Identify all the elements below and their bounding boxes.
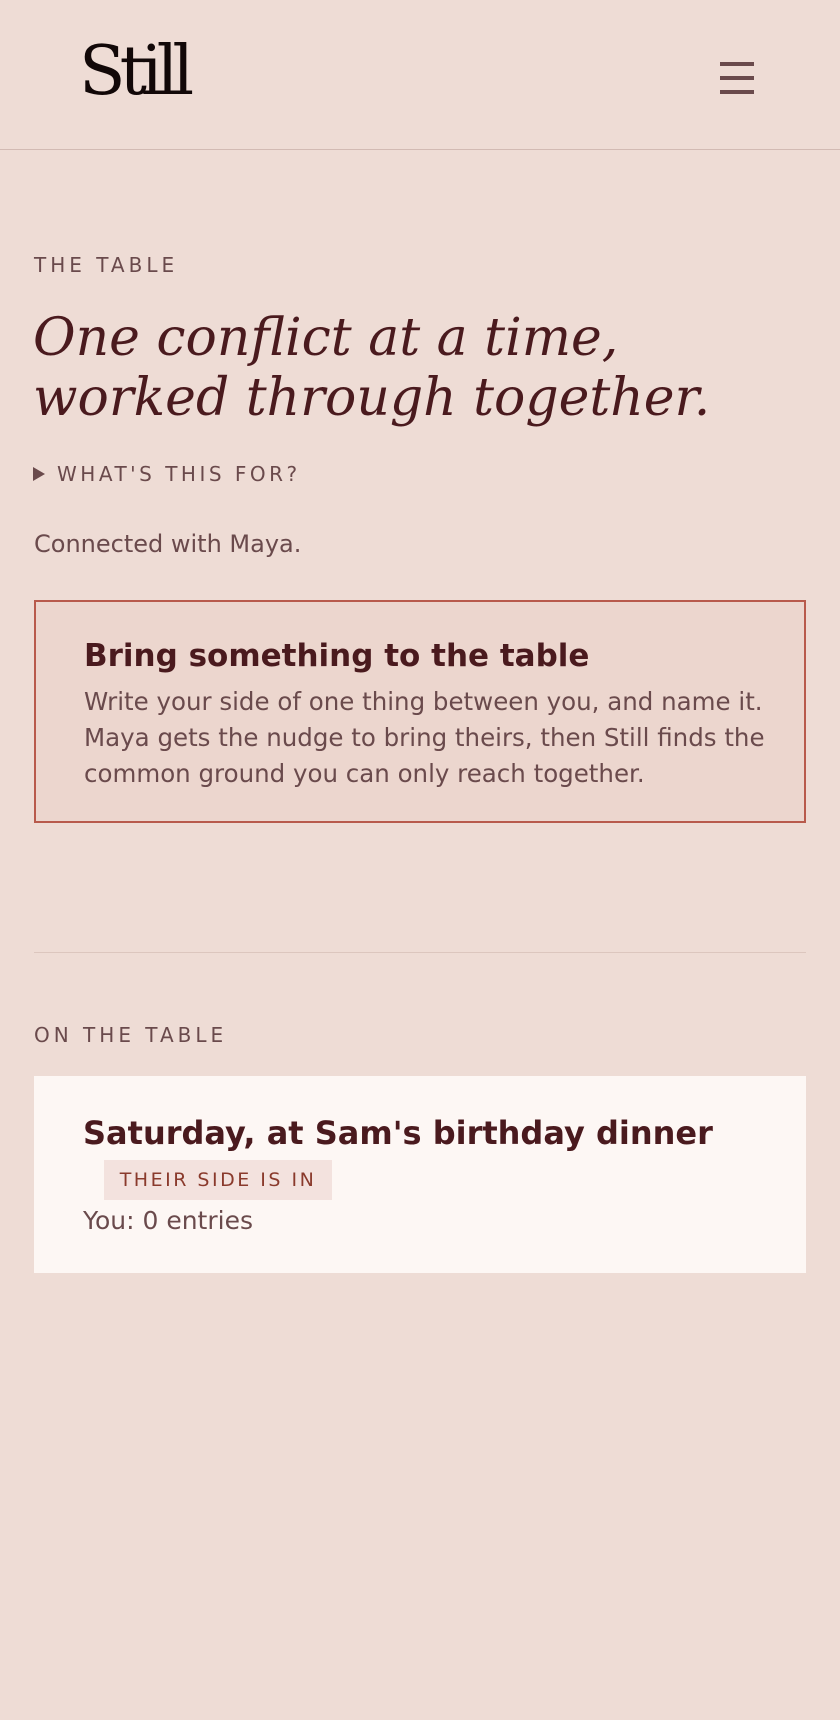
connection-status: Connected with Maya. (34, 530, 302, 558)
disclosure-label: WHAT'S THIS FOR? (57, 462, 301, 486)
status-badge: THEIR SIDE IS IN (104, 1160, 332, 1200)
menu-line (720, 90, 754, 94)
bring-card-title: Bring something to the table (84, 638, 590, 674)
hamburger-menu-icon[interactable] (720, 62, 754, 94)
bring-card-description: Write your side of one thing between you… (84, 687, 765, 788)
bring-something-card[interactable]: Bring something to the table Write your … (34, 600, 806, 823)
on-table-eyebrow: ON THE TABLE (34, 1023, 228, 1047)
whats-this-for-toggle[interactable]: WHAT'S THIS FOR? (33, 462, 301, 486)
menu-line (720, 76, 754, 80)
conflict-card[interactable]: Saturday, at Sam's birthday dinner THEIR… (34, 1076, 806, 1273)
conflict-title: Saturday, at Sam's birthday dinner (83, 1114, 713, 1152)
still-logo[interactable]: Still (79, 38, 194, 106)
page-headline: One conflict at a time, worked through t… (33, 308, 711, 428)
section-eyebrow: THE TABLE (34, 253, 179, 277)
site-header: Still (0, 0, 840, 150)
section-divider (34, 952, 806, 953)
entries-count: You: 0 entries (83, 1206, 253, 1235)
menu-line (720, 62, 754, 66)
disclosure-triangle-icon (33, 467, 45, 481)
